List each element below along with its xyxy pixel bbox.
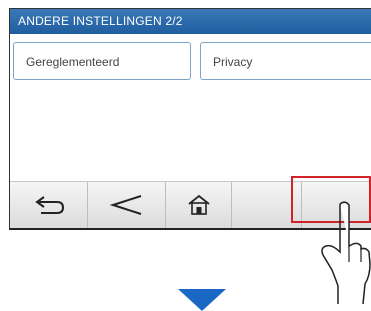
option-gereglementeerd-button[interactable]: Gereglementeerd <box>13 42 191 80</box>
home-icon <box>187 194 210 215</box>
tapping-hand-icon <box>321 201 371 305</box>
option-privacy-button[interactable]: Privacy <box>200 42 371 80</box>
back-button[interactable] <box>10 182 88 228</box>
content-area: Gereglementeerd Privacy <box>10 34 371 176</box>
home-button[interactable] <box>166 182 232 228</box>
previous-page-button[interactable] <box>88 182 166 228</box>
page-title: ANDERE INSTELLINGEN 2/2 <box>10 9 371 34</box>
back-arrow-icon <box>34 196 64 214</box>
down-arrow-icon <box>178 289 226 311</box>
chevron-left-icon <box>109 195 141 215</box>
